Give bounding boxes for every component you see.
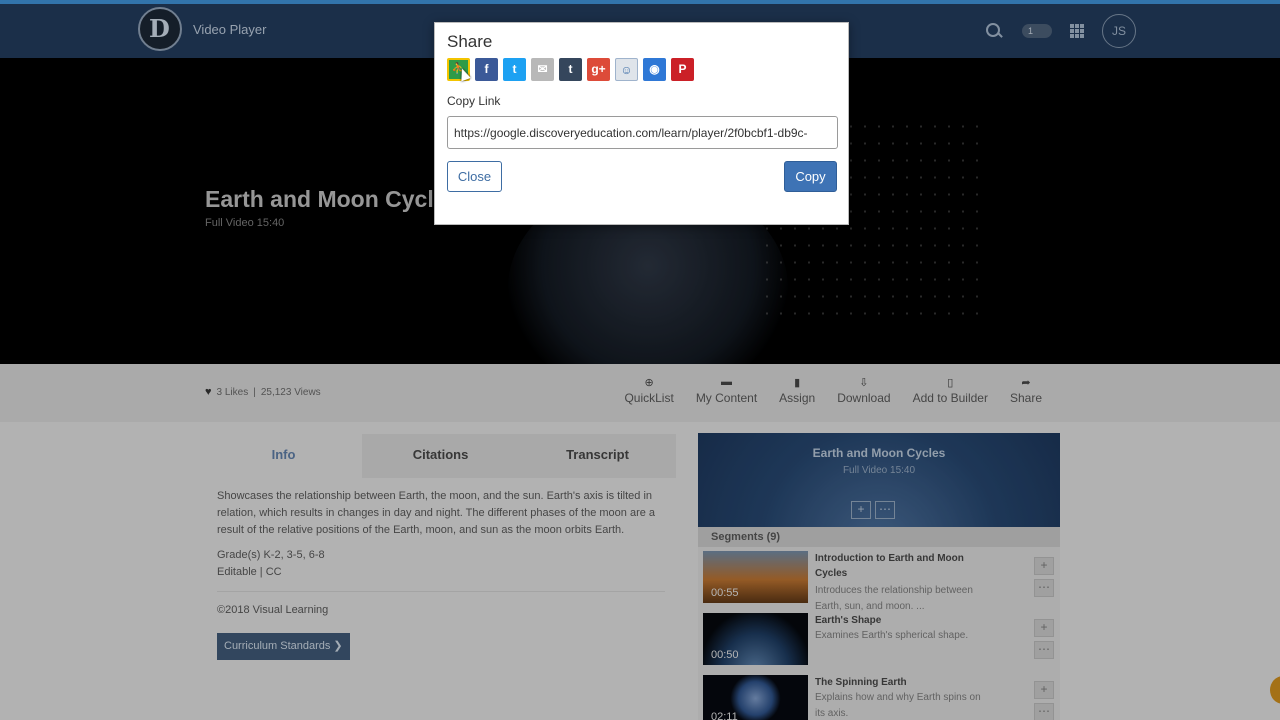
share-link-field[interactable] bbox=[447, 116, 838, 149]
facebook-icon[interactable]: f bbox=[475, 58, 498, 81]
remind-icon[interactable]: ☺ bbox=[615, 58, 638, 81]
pinterest-icon[interactable]: P bbox=[671, 58, 694, 81]
share-dialog: Share ⛹ f t ✉ t g+ ☺ ◉ P Copy Link Close… bbox=[434, 22, 849, 225]
close-button[interactable]: Close bbox=[447, 161, 502, 192]
twitter-icon[interactable]: t bbox=[503, 58, 526, 81]
tumblr-icon[interactable]: t bbox=[559, 58, 582, 81]
messenger-icon[interactable]: ◉ bbox=[643, 58, 666, 81]
copy-link-label: Copy Link bbox=[447, 94, 501, 108]
share-icons: ⛹ f t ✉ t g+ ☺ ◉ P bbox=[447, 58, 694, 81]
share-dialog-title: Share bbox=[447, 32, 493, 51]
email-icon[interactable]: ✉ bbox=[531, 58, 554, 81]
google-plus-icon[interactable]: g+ bbox=[587, 58, 610, 81]
copy-button[interactable]: Copy bbox=[784, 161, 837, 192]
